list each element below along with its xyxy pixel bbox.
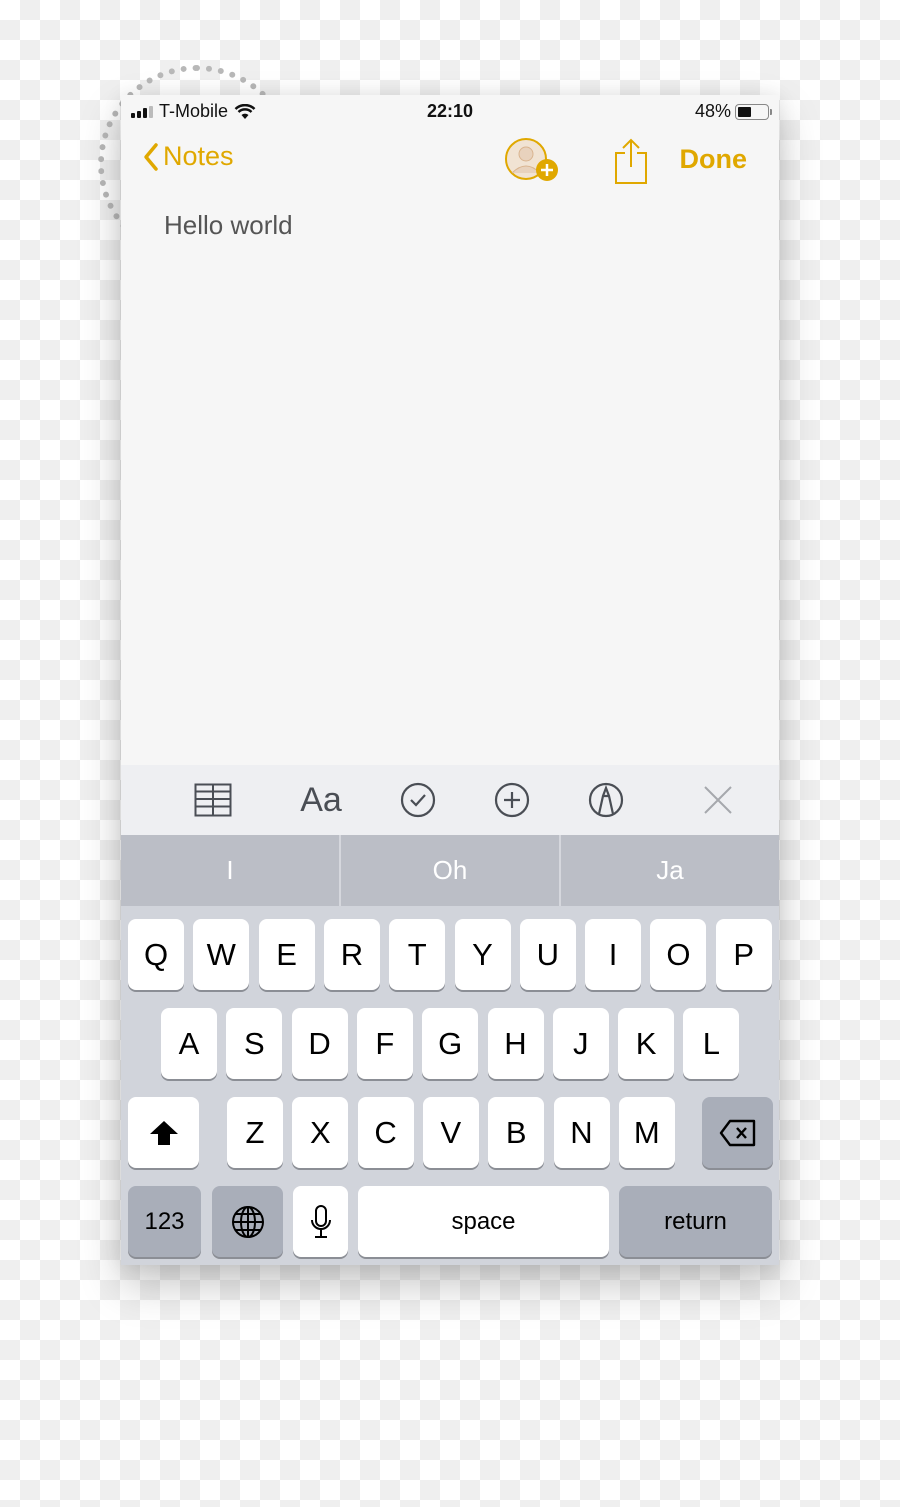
key-g[interactable]: G (422, 1008, 479, 1079)
suggestion-item[interactable]: Oh (341, 835, 561, 906)
key-b[interactable]: B (488, 1097, 545, 1168)
key-z[interactable]: Z (227, 1097, 283, 1168)
share-button[interactable] (613, 137, 649, 190)
done-button[interactable]: Done (680, 144, 748, 175)
status-bar: T-Mobile 22:10 48% (121, 95, 779, 129)
key-d[interactable]: D (291, 1008, 348, 1079)
key-m[interactable]: M (618, 1097, 675, 1168)
sketch-icon (588, 782, 624, 818)
backspace-icon (719, 1119, 755, 1146)
key-s[interactable]: S (226, 1008, 283, 1079)
format-toolbar: Aa (121, 765, 779, 835)
backspace-key[interactable] (702, 1097, 773, 1168)
table-icon (194, 783, 232, 817)
sketch-button[interactable] (587, 781, 625, 819)
share-icon (615, 138, 647, 184)
microphone-icon (310, 1204, 331, 1238)
key-h[interactable]: H (487, 1008, 544, 1079)
insert-table-button[interactable] (193, 781, 233, 819)
key-e[interactable]: E (258, 919, 315, 990)
checklist-icon (400, 782, 436, 818)
key-v[interactable]: V (422, 1097, 479, 1168)
key-u[interactable]: U (519, 919, 576, 990)
globe-key[interactable] (212, 1186, 283, 1257)
key-j[interactable]: J (552, 1008, 609, 1079)
suggestion-item[interactable]: I (121, 835, 341, 906)
close-icon (704, 786, 732, 814)
add-icon (494, 782, 530, 818)
key-w[interactable]: W (193, 919, 250, 990)
suggestion-bar: I Oh Ja (121, 835, 779, 906)
insert-button[interactable] (493, 781, 531, 819)
keyboard: Q W E R T Y U I O P A S D F G H J K L Z X C V B N M 123 space return (121, 906, 779, 1265)
battery-percent: 48% (694, 101, 731, 121)
key-y[interactable]: Y (454, 919, 511, 990)
add-person-icon (505, 138, 558, 181)
globe-icon (231, 1205, 264, 1238)
checklist-button[interactable] (399, 781, 437, 819)
note-paper[interactable] (121, 95, 779, 765)
text-format-button[interactable]: Aa (293, 781, 349, 819)
key-f[interactable]: F (356, 1008, 413, 1079)
key-k[interactable]: K (618, 1008, 675, 1079)
numbers-key[interactable]: 123 (128, 1186, 201, 1257)
back-label: Notes (163, 141, 234, 171)
key-o[interactable]: O (650, 919, 707, 990)
key-p[interactable]: P (715, 919, 772, 990)
nav-bar: Notes Done (121, 135, 779, 189)
shift-icon (149, 1120, 178, 1145)
space-key[interactable]: space (358, 1186, 609, 1257)
battery-icon (735, 103, 772, 120)
key-a[interactable]: A (161, 1008, 217, 1079)
key-x[interactable]: X (292, 1097, 349, 1168)
add-people-button[interactable] (504, 137, 564, 192)
key-n[interactable]: N (553, 1097, 610, 1168)
key-r[interactable]: R (323, 919, 380, 990)
key-l[interactable]: L (683, 1008, 740, 1079)
chevron-left-icon (144, 142, 158, 171)
shift-key[interactable] (128, 1097, 199, 1168)
clock: 22:10 (426, 101, 474, 121)
key-t[interactable]: T (389, 919, 446, 990)
key-c[interactable]: C (357, 1097, 414, 1168)
suggestion-item[interactable]: Ja (561, 835, 779, 906)
key-i[interactable]: I (585, 919, 642, 990)
return-key[interactable]: return (619, 1186, 772, 1257)
phone-screen: T-Mobile 22:10 48% Notes Done Hello worl… (121, 95, 779, 1265)
key-q[interactable]: Q (128, 919, 184, 990)
back-button[interactable]: Notes (143, 141, 234, 172)
note-body-text[interactable]: Hello world (164, 210, 293, 241)
dictation-key[interactable] (293, 1186, 348, 1257)
close-toolbar-button[interactable] (701, 781, 735, 819)
